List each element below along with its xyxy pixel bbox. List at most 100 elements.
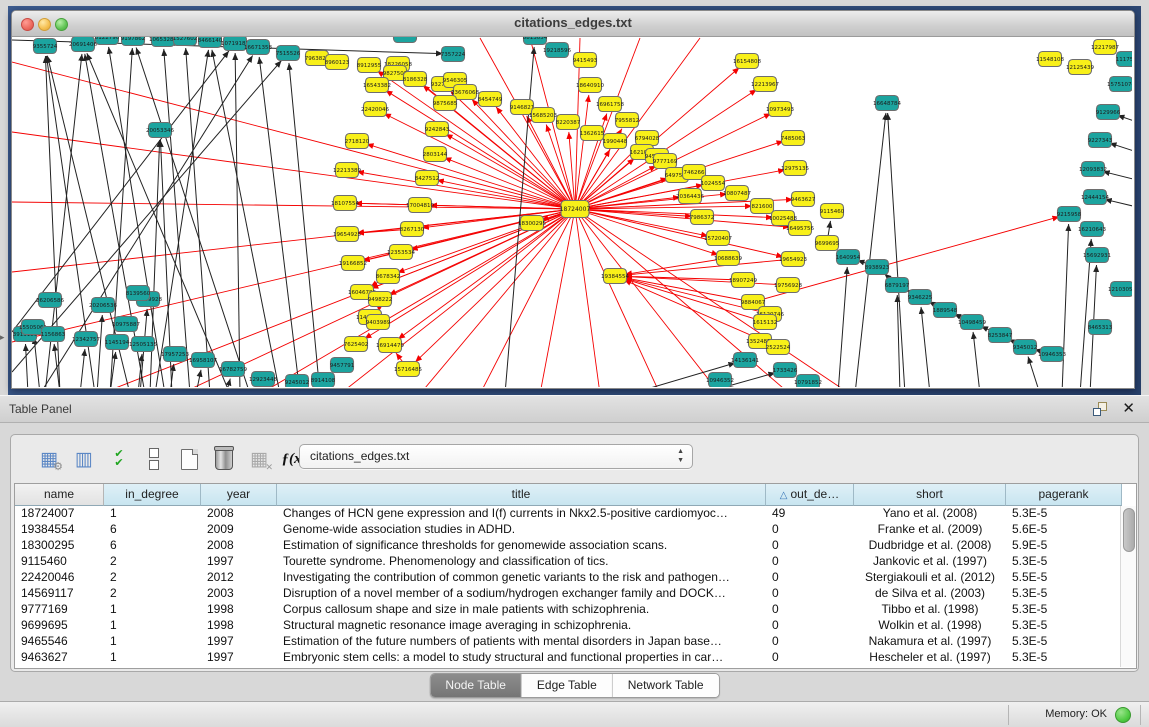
- graph-node-label: 20691406: [69, 42, 97, 48]
- delete-table-disabled-icon[interactable]: ▦✕: [247, 446, 271, 472]
- cell-short: Franke et al. (2009): [854, 522, 1006, 538]
- graph-edge: [398, 209, 575, 339]
- table-row[interactable]: 1872400712008Changes of HCN gene express…: [15, 506, 1136, 522]
- network-canvas[interactable]: 1872400793557242069140681227909197862106…: [12, 37, 1132, 387]
- graph-node-label: 9463627: [791, 197, 816, 203]
- graph-node-label: 12505135: [129, 342, 157, 348]
- graph-node-label: 8122790: [95, 37, 120, 41]
- graph-node-label: 10975887: [112, 322, 140, 328]
- column-header-in_degree[interactable]: in_degree: [104, 484, 201, 506]
- window-title-bar[interactable]: citations_edges.txt: [12, 11, 1134, 37]
- cell-pagerank: 5.3E-5: [1006, 634, 1122, 650]
- float-window-icon[interactable]: [1093, 402, 1107, 416]
- graph-node-label: 9346225: [908, 295, 933, 301]
- graph-node-label: 20053346: [146, 128, 174, 134]
- memory-status-icon[interactable]: [1115, 707, 1131, 723]
- graph-node-label: 10946352: [706, 378, 734, 384]
- table-toolbar: ▦⚙▥✔✔▦✕ƒ(x): [37, 442, 306, 476]
- graph-node-label: 16648784: [873, 101, 901, 107]
- column-header-name[interactable]: name: [15, 484, 104, 506]
- graph-node-label: 8960123: [325, 60, 350, 66]
- cell-out_de: 0: [766, 586, 854, 602]
- cell-short: Yano et al. (2008): [854, 506, 1006, 522]
- dropdown-stepper-icon[interactable]: ▲▼: [677, 447, 684, 465]
- graph-node-label: 16210643: [1078, 227, 1106, 233]
- cell-name: 18724007: [15, 506, 104, 522]
- table-row[interactable]: 911546021997Tourette syndrome. Phenomeno…: [15, 554, 1136, 570]
- graph-node-label: 19756928: [774, 283, 802, 289]
- column-header-year[interactable]: year: [201, 484, 277, 506]
- graph-node-label: 8938923: [865, 265, 890, 271]
- cell-pagerank: 5.3E-5: [1006, 618, 1122, 634]
- tab-network-table[interactable]: Network Table: [613, 674, 719, 697]
- window-title: citations_edges.txt: [12, 15, 1134, 30]
- table-settings-icon[interactable]: ▦⚙: [37, 446, 61, 472]
- graph-node-label: 12093832: [1079, 167, 1107, 173]
- graph-node-label: 8465313: [1088, 325, 1113, 331]
- graph-node-label: 821600: [752, 204, 773, 210]
- table-row[interactable]: 946554611997Estimation of the future num…: [15, 634, 1136, 650]
- table-row[interactable]: 1830029562008Estimation of significance …: [15, 538, 1136, 554]
- column-header-title[interactable]: title: [277, 484, 766, 506]
- column-header-out_de[interactable]: △out_de…: [766, 484, 854, 506]
- table-scrollbar-thumb[interactable]: [1123, 508, 1135, 552]
- cell-name: 9115460: [15, 554, 104, 570]
- graph-node-label: 16154808: [733, 59, 761, 65]
- network-graph[interactable]: 1872400793557242069140681227909197862106…: [12, 37, 1132, 387]
- cell-year: 1998: [201, 618, 277, 634]
- select-columns-icon[interactable]: ✔✔: [107, 446, 131, 472]
- graph-node-label: 7955812: [615, 118, 640, 124]
- column-header-short[interactable]: short: [854, 484, 1006, 506]
- graph-node-label: 9403989: [366, 320, 391, 326]
- graph-node-label: 1733426: [773, 368, 798, 374]
- tab-edge-table[interactable]: Edge Table: [522, 674, 613, 697]
- graph-edge: [136, 48, 250, 387]
- graph-node-label: 1640954: [836, 255, 861, 261]
- cell-in_degree: 6: [104, 538, 201, 554]
- network-window[interactable]: citations_edges.txt 18724007935572420691…: [11, 10, 1135, 389]
- cell-in_degree: 6: [104, 522, 201, 538]
- cell-pagerank: 5.3E-5: [1006, 506, 1122, 522]
- graph-node-label: 26206586: [36, 298, 64, 304]
- graph-node-label: 9197862: [121, 37, 146, 42]
- graph-node-label: 19166852: [339, 261, 367, 267]
- graph-node-label: 9242843: [425, 127, 450, 133]
- new-table-icon[interactable]: [177, 446, 201, 472]
- cell-title: Changes of HCN gene expression and I(f) …: [277, 506, 766, 522]
- graph-node-label: 1145194: [105, 340, 130, 346]
- graph-node-label: 15751074: [1107, 82, 1132, 88]
- graph-node-label: 12353534: [387, 250, 415, 256]
- tab-node-table[interactable]: Node Table: [430, 674, 522, 697]
- table-row[interactable]: 1938455462009Genome-wide association stu…: [15, 522, 1136, 538]
- graph-node-label: 12342757: [72, 337, 100, 343]
- table-scrollbar[interactable]: [1120, 506, 1136, 667]
- column-header-pagerank[interactable]: pagerank: [1006, 484, 1122, 506]
- graph-node-label: 8678342: [376, 274, 401, 280]
- cell-in_degree: 1: [104, 618, 201, 634]
- status-divider: [1140, 705, 1141, 725]
- graph-node-label: 1889548: [933, 308, 958, 314]
- graph-node-label: 8914108: [311, 378, 336, 384]
- graph-edge: [25, 344, 28, 387]
- cell-year: 2003: [201, 586, 277, 602]
- network-table-select[interactable]: citations_edges.txt ▲▼: [299, 444, 693, 469]
- graph-node-label: 18300295: [518, 221, 546, 227]
- panel-collapse-icon[interactable]: ▸: [0, 332, 5, 343]
- table-row[interactable]: 969969511998Structural magnetic resonanc…: [15, 618, 1136, 634]
- table-column-icon[interactable]: ▥: [72, 446, 96, 472]
- graph-node-label: 12213967: [751, 82, 779, 88]
- table-row[interactable]: 946362711997Embryonic stem cells: a mode…: [15, 650, 1136, 666]
- cell-in_degree: 2: [104, 586, 201, 602]
- table-row[interactable]: 1456911722003Disruption of a novel membe…: [15, 586, 1136, 602]
- table-row[interactable]: 2242004622012Investigating the contribut…: [15, 570, 1136, 586]
- graph-node-label: 9146821: [510, 105, 535, 111]
- table-row[interactable]: 977716911998Corpus callosum shape and si…: [15, 602, 1136, 618]
- merge-rows-icon[interactable]: [142, 446, 166, 472]
- graph-node-label: 10688639: [714, 256, 742, 262]
- graph-edge: [625, 277, 788, 285]
- cell-name: 9465546: [15, 634, 104, 650]
- table-panel-header: Table Panel ✕: [0, 395, 1149, 423]
- close-panel-icon[interactable]: ✕: [1122, 399, 1135, 417]
- graph-node-label: 20364436: [676, 194, 704, 200]
- delete-table-icon[interactable]: [212, 446, 236, 472]
